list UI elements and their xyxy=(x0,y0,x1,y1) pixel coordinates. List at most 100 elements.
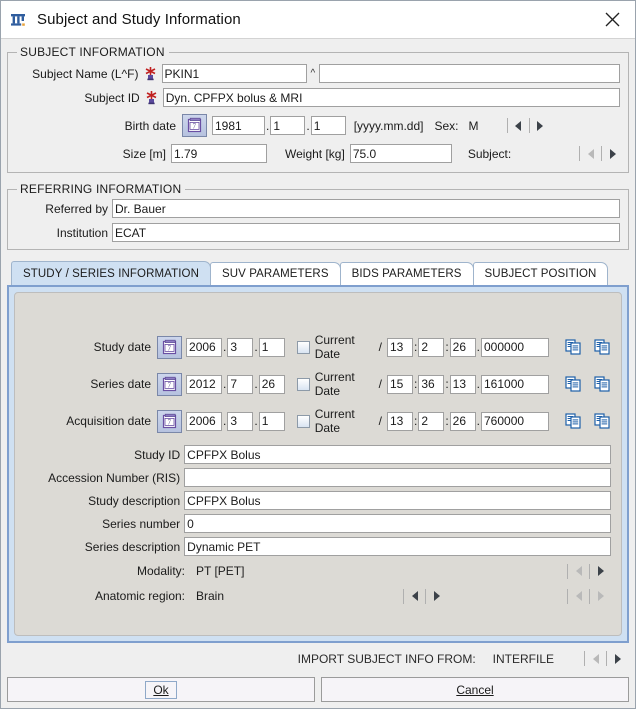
weight-label: Weight [kg] xyxy=(285,146,345,161)
required-asterisk-icon xyxy=(145,90,158,105)
study-date-second-input[interactable] xyxy=(449,337,476,357)
cancel-button[interactable]: Cancel xyxy=(321,677,629,702)
birth-date-calendar-icon[interactable]: 7 xyxy=(182,114,207,137)
modality-next-arrow-right-icon[interactable] xyxy=(593,563,608,579)
cancel-button-label: Cancel xyxy=(456,682,494,697)
modality-chevron-down-icon[interactable] xyxy=(549,563,564,579)
series-date-month-input[interactable] xyxy=(227,374,254,394)
sex-previous-arrow-left-icon[interactable] xyxy=(511,118,526,134)
series-date-calendar-icon[interactable]: 7 xyxy=(157,372,183,396)
series-date-day-input[interactable] xyxy=(258,374,285,394)
birth-date-format-hint: [yyyy.mm.dd] xyxy=(353,118,424,133)
study-description-label: Study description xyxy=(88,493,181,508)
import-source-chevron-down-icon[interactable] xyxy=(566,651,581,667)
referred-by-input[interactable] xyxy=(112,199,620,218)
import-source-value: INTERFILE xyxy=(492,651,554,666)
referring-information-group: REFERRING INFORMATION Referred by Instit… xyxy=(7,182,629,250)
weight-input[interactable] xyxy=(349,144,452,163)
birth-year-input[interactable] xyxy=(212,116,265,135)
birth-month-input[interactable] xyxy=(270,116,306,135)
acquisition-date-second-input[interactable] xyxy=(449,411,476,431)
anatomic-region-arrows xyxy=(385,588,444,604)
size-input[interactable] xyxy=(171,144,267,163)
acquisition-date-month-input[interactable] xyxy=(227,411,254,431)
subject-first-name-input[interactable] xyxy=(319,64,620,83)
study-id-input[interactable] xyxy=(184,445,611,464)
sex-dropdown-chevron-down-icon[interactable] xyxy=(489,118,504,134)
study-date-current-date-checkbox[interactable] xyxy=(296,340,310,354)
referred-by-label: Referred by xyxy=(45,201,108,216)
tab-bids-parameters[interactable]: BIDS PARAMETERS xyxy=(339,262,474,285)
dialog-window: Subject and Study Information SUBJECT IN… xyxy=(0,0,636,709)
sex-next-arrow-right-icon[interactable] xyxy=(533,118,548,134)
series-date-row: Series date 7 . . C xyxy=(25,370,611,398)
acquisition-date-calendar-icon[interactable]: 7 xyxy=(157,409,183,433)
birth-date-dot-1: . xyxy=(266,118,270,133)
study-date-year-input[interactable] xyxy=(186,337,223,357)
series-date-minute-input[interactable] xyxy=(418,374,445,394)
divider xyxy=(567,563,568,579)
series-description-input[interactable] xyxy=(184,537,611,556)
tab-study-series-information[interactable]: STUDY / SERIES INFORMATION xyxy=(11,261,211,285)
anatomic-region-previous-arrow-left-icon[interactable] xyxy=(407,588,422,604)
institution-input[interactable] xyxy=(112,223,620,242)
modality-label: Modality: xyxy=(136,564,185,578)
series-date-hour-input[interactable] xyxy=(386,374,413,394)
divider xyxy=(403,588,405,604)
study-id-row: Study ID xyxy=(25,445,611,464)
dialog-body: SUBJECT INFORMATION Subject Name (L^F) ^ xyxy=(1,39,635,677)
series-date-year-input[interactable] xyxy=(186,374,223,394)
divider xyxy=(579,146,580,161)
dot: . xyxy=(223,377,227,391)
subject-name-label: Subject Name (L^F) xyxy=(32,66,139,81)
birth-day-input[interactable] xyxy=(310,116,346,135)
acquisition-date-year-input[interactable] xyxy=(186,411,223,431)
series-date-fraction-input[interactable] xyxy=(481,374,549,394)
anatomic-region-chevron-down-icon[interactable] xyxy=(385,588,400,604)
subject-preset-chevron-down-icon[interactable] xyxy=(561,146,576,162)
study-date-hour-input[interactable] xyxy=(386,337,413,357)
import-source-next-arrow-right-icon[interactable] xyxy=(610,651,625,667)
series-date-current-date-checkbox[interactable] xyxy=(296,377,310,391)
acquisition-date-fraction-input[interactable] xyxy=(481,411,549,431)
study-date-fraction-input[interactable] xyxy=(481,337,549,357)
acquisition-date-copy-icon[interactable] xyxy=(565,413,582,429)
dot: . xyxy=(476,414,480,428)
subject-preset-next-arrow-right-icon[interactable] xyxy=(605,146,620,162)
subject-last-name-input[interactable] xyxy=(161,64,307,83)
ok-button[interactable]: Ok xyxy=(7,677,315,702)
current-date-label: Current Date xyxy=(314,370,355,398)
pmod-logo-icon xyxy=(10,12,28,28)
study-date-day-input[interactable] xyxy=(258,337,285,357)
subject-id-input[interactable] xyxy=(162,88,620,107)
study-date-minute-input[interactable] xyxy=(418,337,445,357)
study-series-tab-panel: Study date 7 . . Cu xyxy=(7,285,629,643)
dot: . xyxy=(476,340,480,354)
accession-number-input[interactable] xyxy=(184,468,611,487)
study-date-paste-icon[interactable] xyxy=(594,339,611,355)
close-icon[interactable] xyxy=(599,7,625,33)
institution-label: Institution xyxy=(56,225,108,240)
divider xyxy=(589,588,590,604)
series-date-second-input[interactable] xyxy=(449,374,476,394)
study-description-input[interactable] xyxy=(184,491,611,510)
anatomic-region-row: Anatomic region: Brain xyxy=(25,588,611,604)
series-number-input[interactable] xyxy=(184,514,611,533)
tab-suv-parameters[interactable]: SUV PARAMETERS xyxy=(209,262,341,285)
acquisition-date-current-date-checkbox[interactable] xyxy=(296,414,310,428)
tab-label: STUDY / SERIES INFORMATION xyxy=(23,267,199,280)
divider xyxy=(528,118,530,133)
study-date-calendar-icon[interactable]: 7 xyxy=(157,335,183,359)
acquisition-date-hour-input[interactable] xyxy=(386,411,413,431)
acquisition-date-row: Acquisition date 7 . . xyxy=(25,407,611,435)
tab-subject-position[interactable]: SUBJECT POSITION xyxy=(472,262,609,285)
anatomic-region-next-arrow-right-icon[interactable] xyxy=(429,588,444,604)
study-date-copy-icon[interactable] xyxy=(565,339,582,355)
series-date-paste-icon[interactable] xyxy=(594,376,611,392)
acquisition-date-paste-icon[interactable] xyxy=(594,413,611,429)
series-date-copy-icon[interactable] xyxy=(565,376,582,392)
acquisition-date-day-input[interactable] xyxy=(258,411,285,431)
acquisition-date-minute-input[interactable] xyxy=(418,411,445,431)
birth-date-dot-2: . xyxy=(306,118,310,133)
study-date-month-input[interactable] xyxy=(227,337,254,357)
